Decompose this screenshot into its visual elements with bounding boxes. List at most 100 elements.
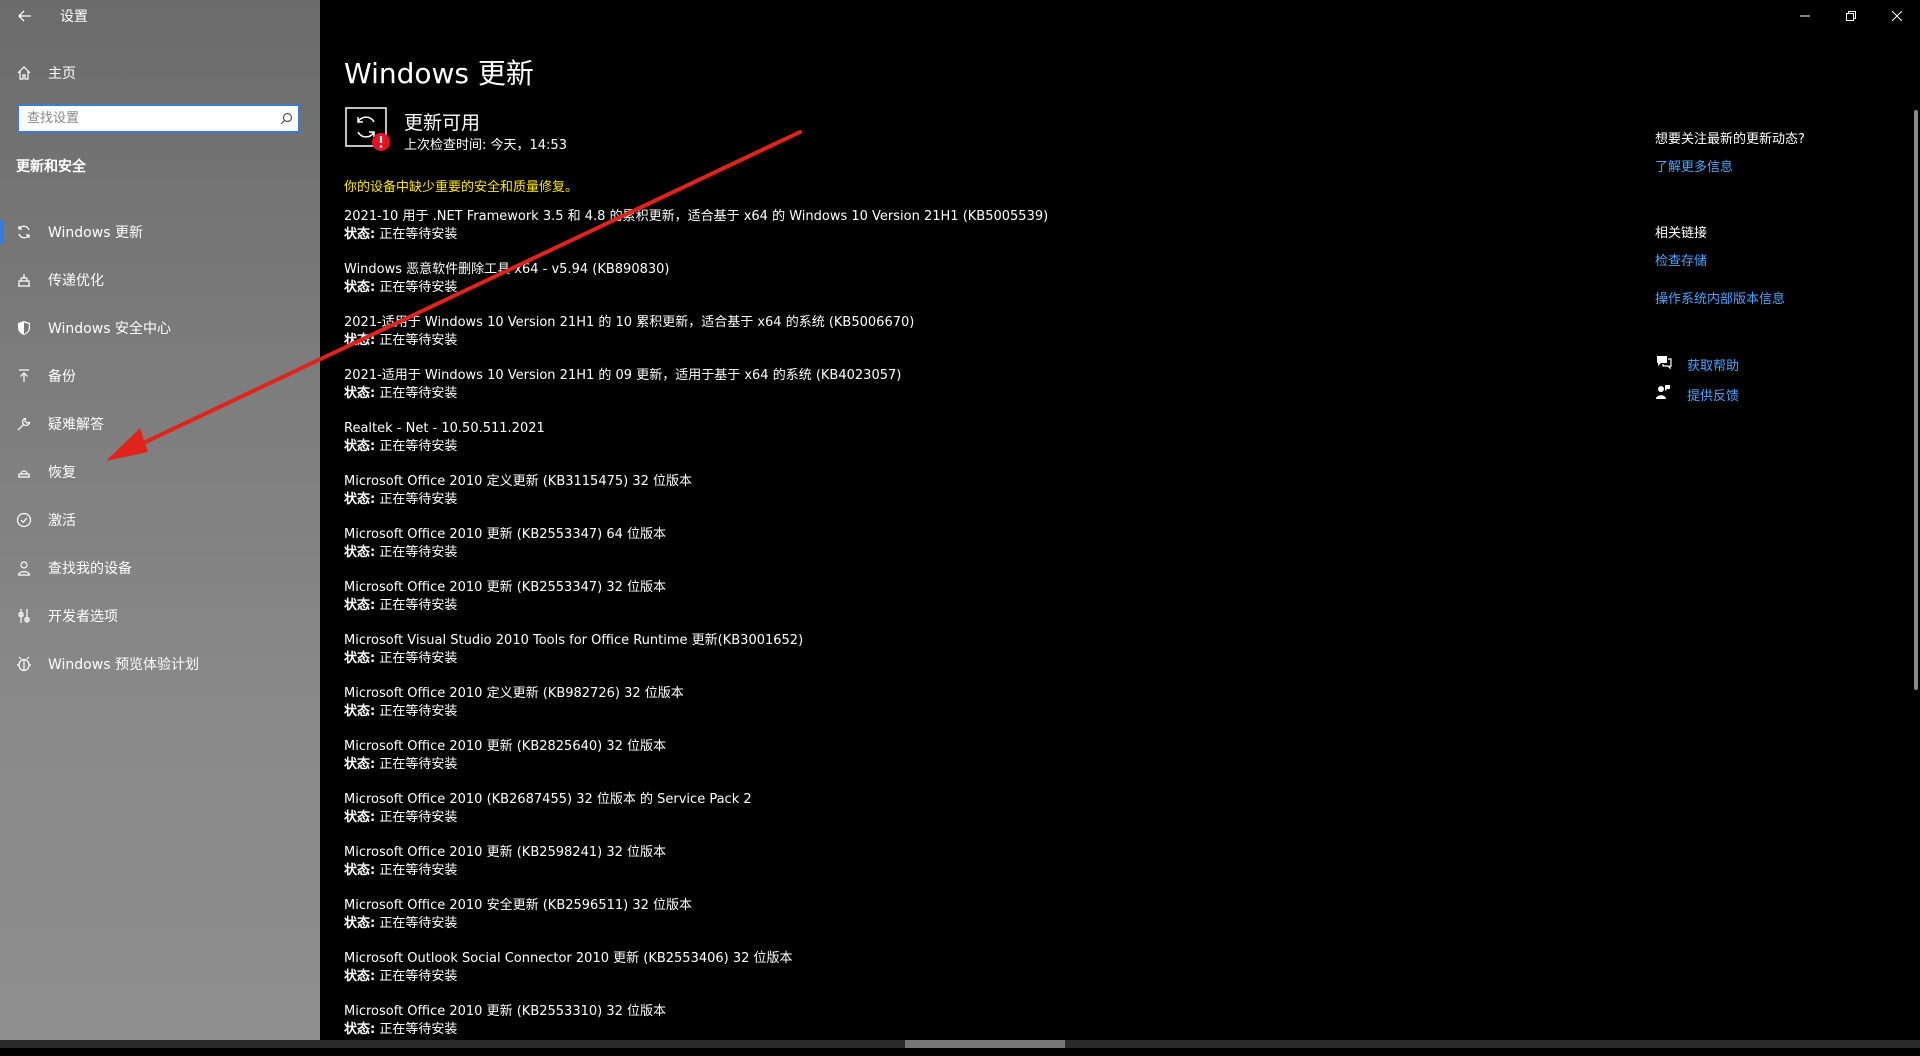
find-device-icon bbox=[0, 560, 48, 576]
backup-icon bbox=[0, 368, 48, 384]
nav-home-label: 主页 bbox=[48, 66, 76, 82]
status-label: 状态: bbox=[344, 545, 376, 560]
list-item: Realtek - Net - 10.50.511.2021 状态: 正在等待安装 bbox=[344, 420, 1048, 473]
status-value: 正在等待安装 bbox=[379, 810, 458, 825]
main-content: Windows 更新 更新可用 上次检查时间: 今天，14:53 你的设备中缺少… bbox=[320, 0, 1920, 1040]
list-item: Microsoft Office 2010 更新 (KB2825640) 32 … bbox=[344, 738, 1048, 791]
get-help-link[interactable]: 获取帮助 bbox=[1655, 354, 1739, 374]
last-checked: 上次检查时间: 今天，14:53 bbox=[404, 138, 567, 153]
status-label: 状态: bbox=[344, 333, 376, 348]
sidebar-item-label: Windows 安全中心 bbox=[48, 321, 171, 337]
close-icon bbox=[1892, 11, 1902, 21]
delivery-optimization-icon bbox=[0, 272, 48, 288]
status-label: 状态: bbox=[344, 386, 376, 401]
update-status: 状态: 正在等待安装 bbox=[344, 703, 1048, 721]
update-title: Microsoft Outlook Social Connector 2010 … bbox=[344, 951, 793, 966]
sidebar-item-recovery[interactable]: 恢复 bbox=[0, 448, 320, 496]
update-title: Microsoft Office 2010 更新 (KB2553347) 32 … bbox=[344, 580, 667, 595]
search-box bbox=[17, 104, 300, 133]
list-item: 2021-适用于 Windows 10 Version 21H1 的 09 更新… bbox=[344, 367, 1048, 420]
sidebar-item-windows-insider[interactable]: Windows 预览体验计划 bbox=[0, 640, 320, 688]
list-item: Windows 恶意软件删除工具 x64 - v5.94 (KB890830) 状… bbox=[344, 261, 1048, 314]
sidebar-item-label: 激活 bbox=[48, 513, 76, 529]
sidebar-item-label: 疑难解答 bbox=[48, 417, 104, 433]
check-circle-icon bbox=[0, 512, 48, 528]
sidebar-item-delivery-optimization[interactable]: 传递优化 bbox=[0, 256, 320, 304]
status-value: 正在等待安装 bbox=[379, 227, 458, 242]
status-heading: 更新可用 bbox=[404, 112, 481, 134]
update-title: 2021-10 用于 .NET Framework 3.5 和 4.8 的累积更… bbox=[344, 209, 1049, 224]
update-status: 状态: 正在等待安装 bbox=[344, 809, 1048, 827]
list-item: Microsoft Office 2010 (KB2687455) 32 位版本… bbox=[344, 791, 1048, 844]
sync-icon bbox=[0, 224, 48, 240]
minimize-icon bbox=[1800, 15, 1810, 17]
list-item: Microsoft Office 2010 定义更新 (KB3115475) 3… bbox=[344, 473, 1048, 526]
update-title: Microsoft Office 2010 更新 (KB2598241) 32 … bbox=[344, 845, 667, 860]
recovery-icon bbox=[0, 464, 48, 480]
search-input[interactable] bbox=[19, 106, 274, 131]
update-status: 状态: 正在等待安装 bbox=[344, 385, 1048, 403]
sidebar-item-find-my-device[interactable]: 查找我的设备 bbox=[0, 544, 320, 592]
status-value: 正在等待安装 bbox=[379, 280, 458, 295]
check-storage-link[interactable]: 检查存储 bbox=[1655, 250, 1707, 269]
give-feedback-link[interactable]: 提供反馈 bbox=[1655, 384, 1739, 404]
horizontal-scrollbar-thumb[interactable] bbox=[905, 1040, 1065, 1048]
status-label: 状态: bbox=[344, 810, 376, 825]
sidebar-item-windows-update[interactable]: Windows 更新 bbox=[0, 208, 320, 256]
section-title: 更新和安全 bbox=[16, 159, 86, 175]
sidebar-item-label: 恢复 bbox=[48, 465, 76, 481]
status-label: 状态: bbox=[344, 227, 376, 242]
get-help-label: 获取帮助 bbox=[1687, 358, 1740, 374]
update-title: Microsoft Office 2010 定义更新 (KB3115475) 3… bbox=[344, 474, 693, 489]
update-title: Microsoft Office 2010 更新 (KB2825640) 32 … bbox=[344, 739, 667, 754]
update-title: Microsoft Office 2010 更新 (KB2553347) 64 … bbox=[344, 527, 667, 542]
sidebar-item-backup[interactable]: 备份 bbox=[0, 352, 320, 400]
update-status: 状态: 正在等待安装 bbox=[344, 226, 1048, 244]
sidebar-item-windows-security[interactable]: Windows 安全中心 bbox=[0, 304, 320, 352]
list-item: Microsoft Office 2010 更新 (KB2598241) 32 … bbox=[344, 844, 1048, 897]
update-status: 状态: 正在等待安装 bbox=[344, 438, 1048, 456]
update-status: 状态: 正在等待安装 bbox=[344, 491, 1048, 509]
update-title: Microsoft Office 2010 安全更新 (KB2596511) 3… bbox=[344, 898, 693, 913]
feedback-icon bbox=[1655, 384, 1687, 404]
update-status: 状态: 正在等待安装 bbox=[344, 915, 1048, 933]
sidebar: 设置 主页 更新和安全 Windows 更新 传递优化 bbox=[0, 0, 320, 1040]
learn-more-link[interactable]: 了解更多信息 bbox=[1655, 156, 1733, 175]
list-item: Microsoft Office 2010 定义更新 (KB982726) 32… bbox=[344, 685, 1048, 738]
update-warning-icon bbox=[344, 106, 390, 152]
list-item: Microsoft Outlook Social Connector 2010 … bbox=[344, 950, 1048, 1003]
shield-icon bbox=[0, 320, 48, 336]
sidebar-item-developer-options[interactable]: 开发者选项 bbox=[0, 592, 320, 640]
update-status: 状态: 正在等待安装 bbox=[344, 279, 1048, 297]
list-item: Microsoft Office 2010 更新 (KB2553310) 32 … bbox=[344, 1003, 1048, 1056]
status-value: 正在等待安装 bbox=[379, 492, 458, 507]
os-build-info-link[interactable]: 操作系统内部版本信息 bbox=[1655, 288, 1785, 307]
status-label: 状态: bbox=[344, 280, 376, 295]
sidebar-item-activation[interactable]: 激活 bbox=[0, 496, 320, 544]
status-value: 正在等待安装 bbox=[379, 386, 458, 401]
search-icon[interactable] bbox=[274, 112, 298, 125]
home-icon bbox=[0, 65, 48, 81]
list-item: 2021-10 用于 .NET Framework 3.5 和 4.8 的累积更… bbox=[344, 208, 1048, 261]
vertical-scrollbar[interactable] bbox=[1914, 110, 1918, 690]
restore-button[interactable] bbox=[1828, 0, 1874, 32]
update-status: 状态: 正在等待安装 bbox=[344, 968, 1048, 986]
sidebar-item-troubleshoot[interactable]: 疑难解答 bbox=[0, 400, 320, 448]
sidebar-item-label: Windows 预览体验计划 bbox=[48, 657, 199, 673]
back-arrow-icon bbox=[18, 10, 31, 22]
status-value: 正在等待安装 bbox=[379, 704, 458, 719]
status-value: 正在等待安装 bbox=[379, 1022, 458, 1037]
status-label: 状态: bbox=[344, 492, 376, 507]
update-status: 状态: 正在等待安装 bbox=[344, 650, 1048, 668]
wrench-icon bbox=[0, 416, 48, 432]
close-button[interactable] bbox=[1874, 0, 1920, 32]
status-label: 状态: bbox=[344, 598, 376, 613]
status-label: 状态: bbox=[344, 704, 376, 719]
update-title: Microsoft Visual Studio 2010 Tools for O… bbox=[344, 633, 804, 648]
status-value: 正在等待安装 bbox=[379, 757, 458, 772]
back-button[interactable] bbox=[10, 4, 40, 28]
minimize-button[interactable] bbox=[1782, 0, 1828, 32]
update-status: 状态: 正在等待安装 bbox=[344, 544, 1048, 562]
nav-home[interactable]: 主页 bbox=[0, 58, 320, 88]
update-title: Microsoft Office 2010 定义更新 (KB982726) 32… bbox=[344, 686, 684, 701]
